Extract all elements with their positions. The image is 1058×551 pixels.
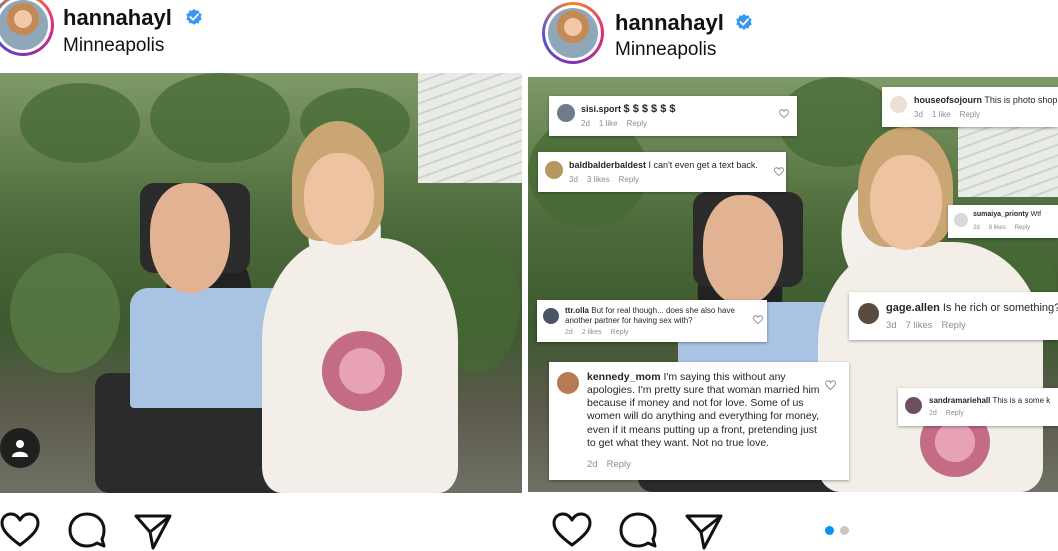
verified-badge-icon: [736, 13, 752, 30]
comment-body: This is photo shop: [984, 95, 1058, 105]
carousel-dot-active[interactable]: [825, 526, 834, 535]
avatar-image: [548, 8, 598, 58]
comment-username[interactable]: baldbalderbaldest: [569, 160, 646, 170]
comment-meta: 2d Reply: [587, 459, 631, 470]
woman-face: [304, 153, 374, 245]
username[interactable]: hannahayl: [63, 5, 172, 31]
comment-card[interactable]: gage.allen Is he rich or something? 3d 7 …: [849, 292, 1058, 340]
comment-icon[interactable]: [618, 511, 658, 551]
carousel-dot[interactable]: [840, 526, 849, 535]
comment-text: sumaiya_prionty Wtf: [973, 211, 1058, 220]
heart-icon[interactable]: [753, 315, 763, 325]
comment-body: Is he rich or something?: [942, 302, 1058, 314]
reply-link[interactable]: Reply: [627, 119, 647, 128]
comment-username[interactable]: sandramariehall: [929, 396, 990, 405]
comment-card[interactable]: ttr.olla But for real though... does she…: [537, 300, 767, 342]
comment-card[interactable]: sandramariehall This is a some k 2d Reply: [898, 388, 1058, 426]
comment-text: sandramariehall This is a some k: [929, 396, 1058, 406]
comment-username[interactable]: kennedy_mom: [587, 371, 661, 383]
comment-username[interactable]: ttr.olla: [565, 306, 589, 315]
comment-meta: 3d 1 like Reply: [914, 110, 981, 119]
username[interactable]: hannahayl: [615, 10, 724, 36]
comment-text: gage.allen Is he rich or something?: [886, 302, 1058, 316]
commenter-avatar: [543, 308, 559, 324]
action-bar: [0, 508, 522, 551]
send-icon[interactable]: [684, 512, 724, 551]
reply-link[interactable]: Reply: [942, 320, 966, 331]
comment-body: $ $ $ $ $ $: [623, 103, 676, 115]
comment-meta: 2d Reply: [929, 410, 964, 417]
verified-badge-icon: [186, 8, 202, 25]
post-with-comments: hannahayl Minneapolis sisi.sport $ $ $ $…: [528, 0, 1058, 551]
post-header: hannahayl Minneapolis: [0, 0, 522, 72]
reply-link[interactable]: Reply: [607, 459, 631, 470]
comment-text: baldbalderbaldest I can't even get a tex…: [569, 160, 769, 171]
tagged-users-button[interactable]: [0, 428, 40, 468]
comment-icon[interactable]: [67, 511, 107, 551]
comment-username[interactable]: sisi.sport: [581, 104, 621, 114]
man-face: [703, 195, 783, 305]
commenter-avatar: [905, 397, 922, 414]
comment-text: kennedy_mom I'm saying this without any …: [587, 371, 825, 450]
comment-card[interactable]: kennedy_mom I'm saying this without any …: [549, 362, 849, 480]
post-header: hannahayl Minneapolis: [528, 0, 1058, 72]
heart-icon[interactable]: [0, 511, 40, 551]
commenter-avatar: [545, 161, 563, 179]
commenter-avatar: [557, 372, 579, 394]
comment-body: Wtf: [1030, 211, 1042, 218]
comment-text: sisi.sport $ $ $ $ $ $: [581, 103, 781, 117]
comment-card[interactable]: baldbalderbaldest I can't even get a tex…: [538, 152, 786, 192]
location-link[interactable]: Minneapolis: [615, 39, 716, 61]
commenter-avatar: [954, 213, 968, 227]
post-original: hannahayl Minneapolis: [0, 0, 522, 551]
comment-text: houseofsojourn This is photo shop: [914, 95, 1058, 106]
action-bar: [528, 508, 1058, 551]
comment-body: I can't even get a text back.: [648, 160, 758, 170]
post-photo[interactable]: [0, 73, 522, 493]
heart-icon[interactable]: [825, 380, 836, 391]
heart-icon[interactable]: [552, 511, 592, 551]
heart-icon[interactable]: [774, 167, 784, 177]
comment-meta: 2d 2 likes Reply: [565, 329, 629, 336]
man-face: [150, 183, 230, 293]
comment-meta: 3d 3 likes Reply: [569, 175, 640, 184]
location-link[interactable]: Minneapolis: [63, 35, 164, 57]
comment-body: But for real though... does she also hav…: [565, 306, 735, 325]
woman-face: [870, 155, 942, 250]
commenter-avatar: [890, 96, 907, 113]
commenter-avatar: [557, 104, 575, 122]
comment-meta: 3d 7 likes Reply: [886, 320, 966, 331]
comment-body: This is a some k: [992, 396, 1051, 405]
reply-link[interactable]: Reply: [960, 110, 980, 119]
comment-card[interactable]: sumaiya_prionty Wtf 2d 8 likes Reply: [948, 205, 1058, 238]
commenter-avatar: [858, 303, 879, 324]
comment-username[interactable]: gage.allen: [886, 302, 940, 314]
comment-meta: 2d 1 like Reply: [581, 119, 648, 128]
house-siding: [418, 73, 522, 183]
reply-link[interactable]: Reply: [946, 410, 964, 417]
reply-link[interactable]: Reply: [611, 329, 629, 336]
person-icon: [12, 440, 28, 457]
comment-card[interactable]: sisi.sport $ $ $ $ $ $ 2d 1 like Reply: [549, 96, 797, 136]
avatar-image: [0, 0, 48, 50]
profile-avatar[interactable]: [0, 0, 54, 56]
heart-icon[interactable]: [779, 109, 789, 119]
comment-username[interactable]: houseofsojourn: [914, 95, 982, 105]
profile-avatar[interactable]: [542, 2, 604, 64]
bouquet: [322, 331, 402, 411]
comment-meta: 2d 8 likes Reply: [973, 225, 1031, 231]
comment-card[interactable]: houseofsojourn This is photo shop 3d 1 li…: [882, 87, 1058, 127]
reply-link[interactable]: Reply: [619, 175, 639, 184]
send-icon[interactable]: [133, 512, 173, 551]
comment-text: ttr.olla But for real though... does she…: [565, 306, 750, 326]
reply-link[interactable]: Reply: [1015, 225, 1030, 231]
comment-username[interactable]: sumaiya_prionty: [973, 211, 1029, 218]
